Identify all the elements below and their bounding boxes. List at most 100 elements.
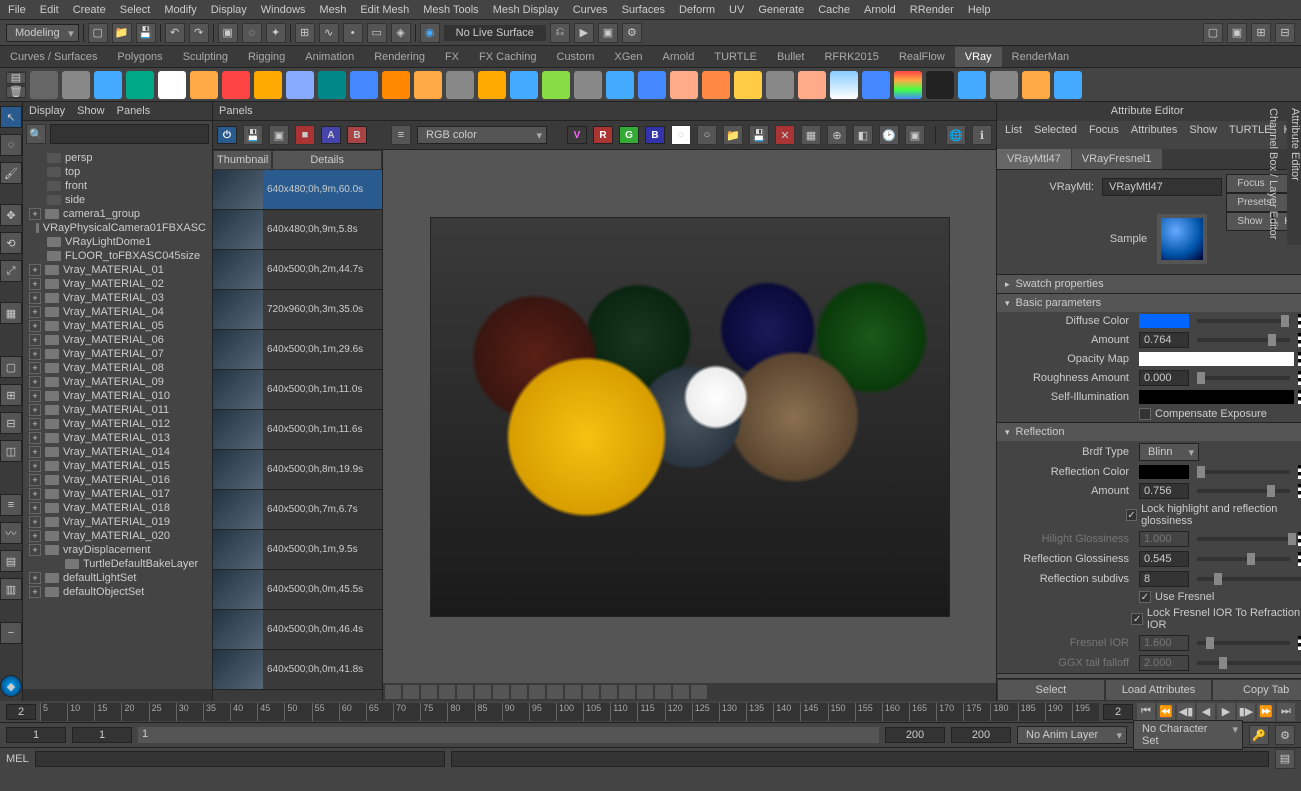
- render-snapshot-icon[interactable]: ▣: [269, 125, 289, 145]
- move-tool-icon[interactable]: ✥: [0, 204, 22, 226]
- play-back-icon[interactable]: ◀: [1197, 703, 1215, 721]
- expand-icon[interactable]: +: [29, 488, 41, 500]
- snap-plane-icon[interactable]: ▭: [367, 23, 387, 43]
- outliner-item[interactable]: FLOOR_toFBXASC045size: [27, 249, 208, 263]
- shelf-icon-18[interactable]: [606, 71, 634, 99]
- outliner-item[interactable]: +Vray_MATERIAL_014: [27, 445, 208, 459]
- expand-icon[interactable]: +: [29, 474, 41, 486]
- render-panels-menu[interactable]: Panels: [219, 105, 253, 117]
- render-stop-icon[interactable]: ■: [295, 125, 315, 145]
- outliner-item[interactable]: persp: [27, 151, 208, 165]
- menu-edit-mesh[interactable]: Edit Mesh: [360, 4, 409, 16]
- menu-windows[interactable]: Windows: [261, 4, 306, 16]
- roughness-input[interactable]: [1139, 370, 1189, 386]
- rotate-tool-icon[interactable]: ⟲: [0, 232, 22, 254]
- roughness-slider[interactable]: [1197, 376, 1290, 380]
- step-fwd-icon[interactable]: ▮▶: [1237, 703, 1255, 721]
- shelf-tab-rigging[interactable]: Rigging: [238, 47, 295, 67]
- ae-menu-list[interactable]: List: [1005, 124, 1022, 136]
- autokey-icon[interactable]: 🔑: [1249, 725, 1269, 745]
- render-history-item[interactable]: 640x500;0h,1m,11.6s: [213, 410, 382, 450]
- lasso-tool-icon[interactable]: ◌: [0, 134, 22, 156]
- render-history-item[interactable]: 640x480;0h,9m,5.8s: [213, 210, 382, 250]
- shelf-tab-vray[interactable]: VRay: [955, 47, 1002, 67]
- vp-icon-14[interactable]: [619, 685, 635, 699]
- expand-icon[interactable]: +: [29, 320, 41, 332]
- expand-icon[interactable]: +: [29, 278, 41, 290]
- expand-icon[interactable]: +: [29, 390, 41, 402]
- current-frame-input[interactable]: [6, 704, 36, 720]
- ae-copy-tab-button[interactable]: Copy Tab: [1212, 679, 1301, 701]
- render-settings-icon[interactable]: ⚙: [622, 23, 642, 43]
- render-region-icon[interactable]: ▦: [801, 125, 821, 145]
- render-history-item[interactable]: 640x500;0h,1m,29.6s: [213, 330, 382, 370]
- vp-icon-1[interactable]: [385, 685, 401, 699]
- render-history-item[interactable]: 640x500;0h,0m,45.5s: [213, 570, 382, 610]
- ae-tab-vraymtl[interactable]: VRayMtl47: [997, 149, 1071, 169]
- vp-icon-11[interactable]: [565, 685, 581, 699]
- outliner-item[interactable]: +defaultObjectSet: [27, 585, 208, 599]
- graph-editor-icon[interactable]: 〰: [0, 522, 22, 544]
- outliner-search-input[interactable]: [50, 124, 209, 144]
- shelf-icon-22[interactable]: [734, 71, 762, 99]
- shelf-icon-25[interactable]: [830, 71, 858, 99]
- vray-v-icon[interactable]: V: [567, 126, 587, 144]
- select-mode-icon[interactable]: ▣: [218, 23, 238, 43]
- render-save2-icon[interactable]: 💾: [749, 125, 769, 145]
- snap-point-icon[interactable]: •: [343, 23, 363, 43]
- outliner-item[interactable]: +Vray_MATERIAL_013: [27, 431, 208, 445]
- menu-cache[interactable]: Cache: [818, 4, 850, 16]
- render-history-item[interactable]: 640x500;0h,8m,19.9s: [213, 450, 382, 490]
- outliner-item[interactable]: front: [27, 179, 208, 193]
- shelf-tab-rfrk2015[interactable]: RFRK2015: [814, 47, 888, 67]
- expand-icon[interactable]: +: [29, 208, 41, 220]
- shelf-icon-14[interactable]: [478, 71, 506, 99]
- outliner-tree[interactable]: persptopfrontside+camera1_groupVRayPhysi…: [23, 147, 212, 689]
- render-history-item[interactable]: 640x500;0h,0m,41.8s: [213, 650, 382, 690]
- outliner-item[interactable]: +Vray_MATERIAL_016: [27, 473, 208, 487]
- shelf-icon-15[interactable]: [510, 71, 538, 99]
- outliner-item[interactable]: +Vray_MATERIAL_018: [27, 501, 208, 515]
- ae-tab-vrayfresnel[interactable]: VRayFresnel1: [1072, 149, 1162, 169]
- snap-grid-icon[interactable]: ⊞: [295, 23, 315, 43]
- paint-tool-icon[interactable]: 🖌: [0, 162, 22, 184]
- menu-modify[interactable]: Modify: [164, 4, 196, 16]
- side-tab-channelbox[interactable]: Channel Box / Layer Editor: [1267, 108, 1279, 239]
- section-reflection[interactable]: Reflection: [997, 423, 1301, 441]
- refl-subdiv-slider[interactable]: [1197, 577, 1301, 581]
- outliner-item[interactable]: +Vray_MATERIAL_08: [27, 361, 208, 375]
- shelf-tab-turtle[interactable]: TURTLE: [704, 47, 767, 67]
- open-scene-icon[interactable]: 📁: [112, 23, 132, 43]
- magnet-icon[interactable]: ◉: [420, 23, 440, 43]
- shelf-icon-12[interactable]: [414, 71, 442, 99]
- side-tab-ae[interactable]: Attribute Editor: [1289, 108, 1301, 239]
- expand-icon[interactable]: +: [29, 334, 41, 346]
- ae-menu-selected[interactable]: Selected: [1034, 124, 1077, 136]
- vp-icon-15[interactable]: [637, 685, 653, 699]
- outliner-item[interactable]: VRayLightDome1: [27, 235, 208, 249]
- shelf-tab-arnold[interactable]: Arnold: [653, 47, 705, 67]
- shelf-icon-1[interactable]: [62, 71, 90, 99]
- render-a-icon[interactable]: A: [321, 126, 341, 144]
- outliner-item[interactable]: +Vray_MATERIAL_019: [27, 515, 208, 529]
- snap-live-icon[interactable]: ◈: [391, 23, 411, 43]
- outliner-item[interactable]: +Vray_MATERIAL_015: [27, 459, 208, 473]
- last-tool-icon[interactable]: ▦: [0, 302, 22, 324]
- layout-3-icon[interactable]: ⊞: [1251, 23, 1271, 43]
- shelf-tab-sculpting[interactable]: Sculpting: [173, 47, 238, 67]
- render-history-item[interactable]: 640x480;0h,9m,60.0s: [213, 170, 382, 210]
- shelf-icon-6[interactable]: [222, 71, 250, 99]
- outliner-item[interactable]: +Vray_MATERIAL_02: [27, 277, 208, 291]
- outliner-item[interactable]: +Vray_MATERIAL_017: [27, 487, 208, 501]
- refl-color-slider[interactable]: [1197, 470, 1290, 474]
- menu-rrender[interactable]: RRender: [910, 4, 954, 16]
- refl-subdiv-input[interactable]: [1139, 571, 1189, 587]
- shelf-icon-16[interactable]: [542, 71, 570, 99]
- shelf-icon-24[interactable]: [798, 71, 826, 99]
- brdf-dropdown[interactable]: Blinn: [1139, 443, 1199, 461]
- vp-icon-6[interactable]: [475, 685, 491, 699]
- shelf-icon-5[interactable]: [190, 71, 218, 99]
- shelf-icon-23[interactable]: [766, 71, 794, 99]
- prefs-icon[interactable]: ⚙: [1275, 725, 1295, 745]
- layout-two-h-icon[interactable]: ⊟: [0, 412, 22, 434]
